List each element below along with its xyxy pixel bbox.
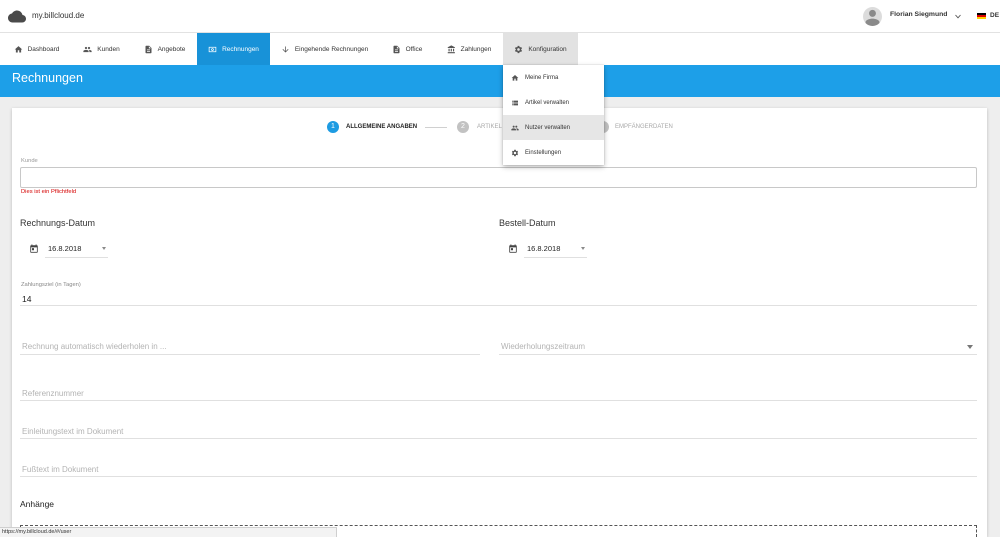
step-2-number[interactable]: 2 — [457, 121, 469, 133]
home-icon — [14, 45, 23, 54]
menu-item-label: Einstellungen — [525, 149, 562, 156]
menu-item-label: Nutzer verwalten — [525, 124, 571, 131]
step-2-label[interactable]: ARTIKEL — [477, 124, 502, 130]
menu-item-label: Meine Firma — [525, 74, 559, 81]
customer-error-text: Dies ist ein Pflichtfeld — [21, 189, 77, 195]
document-icon — [144, 45, 153, 54]
user-name[interactable]: Florian Siegmund — [890, 11, 947, 19]
repeat-period-placeholder: Wiederholungszeitraum — [501, 342, 586, 351]
people-icon — [511, 124, 519, 132]
status-url: https://my.billcloud.de/#/user — [2, 529, 72, 535]
tab-eingehende-rechnungen[interactable]: Eingehende Rechnungen — [270, 33, 379, 65]
tab-label: Kunden — [97, 45, 120, 53]
footer-text-input[interactable] — [20, 462, 977, 477]
dropdown-arrow-icon[interactable] — [581, 247, 585, 250]
tab-label: Angebote — [157, 45, 186, 53]
field-underline — [45, 257, 108, 258]
money-icon — [208, 45, 217, 54]
invoice-date-label: Rechnungs-Datum — [20, 218, 96, 228]
konfiguration-menu: Meine Firma Artikel verwalten Nutzer ver… — [503, 65, 604, 165]
gear-icon — [511, 149, 519, 157]
order-date-label: Bestell-Datum — [499, 218, 556, 228]
step-3-label[interactable]: EMPFÄNGERDATEN — [615, 124, 673, 130]
german-flag-icon[interactable] — [977, 13, 986, 19]
cloud-icon[interactable] — [8, 9, 26, 24]
intro-text-input[interactable] — [20, 424, 977, 439]
payment-term-input[interactable] — [20, 292, 977, 306]
menu-item-label: Artikel verwalten — [525, 99, 570, 106]
top-header: my.billcloud.de Florian Siegmund DE — [0, 0, 1000, 33]
repeat-interval-input[interactable] — [20, 339, 480, 355]
avatar[interactable] — [863, 7, 882, 26]
order-date-field[interactable]: 16.8.2018 — [527, 245, 560, 253]
menu-item-einstellungen[interactable]: Einstellungen — [503, 140, 604, 165]
step-1-label[interactable]: ALLGEMEINE ANGABEN — [346, 124, 417, 130]
customer-label: Kunde — [21, 158, 38, 164]
dropdown-arrow-icon — [967, 345, 973, 349]
tab-office[interactable]: Office — [379, 33, 435, 65]
document-icon — [392, 45, 401, 54]
dropdown-arrow-icon[interactable] — [102, 247, 106, 250]
tab-label: Rechnungen — [222, 45, 259, 53]
step-connector — [425, 127, 447, 128]
tab-label: Zahlungen — [460, 45, 492, 53]
tab-label: Dashboard — [27, 45, 60, 53]
arrow-down-icon — [281, 45, 290, 54]
tab-label: Eingehende Rechnungen — [294, 45, 369, 53]
list-icon — [511, 99, 519, 107]
menu-item-artikel-verwalten[interactable]: Artikel verwalten — [503, 90, 604, 115]
browser-status-bar: https://my.billcloud.de/#/user — [0, 527, 337, 537]
tab-label: Office — [405, 45, 423, 53]
people-icon — [83, 45, 92, 54]
tab-dashboard[interactable]: Dashboard — [2, 33, 71, 65]
menu-item-meine-firma[interactable]: Meine Firma — [503, 65, 604, 90]
tab-konfiguration[interactable]: Konfiguration — [503, 33, 578, 65]
tab-zahlungen[interactable]: Zahlungen — [435, 33, 503, 65]
page-title: Rechnungen — [12, 71, 83, 85]
menu-item-nutzer-verwalten[interactable]: Nutzer verwalten — [503, 115, 604, 140]
calendar-icon[interactable] — [29, 244, 39, 254]
tab-angebote[interactable]: Angebote — [132, 33, 197, 65]
site-name[interactable]: my.billcloud.de — [32, 12, 84, 20]
language-selector[interactable]: DE — [990, 12, 999, 20]
customer-input[interactable] — [20, 167, 977, 188]
step-1-number[interactable]: 1 — [327, 121, 339, 133]
main-nav: Dashboard Kunden Angebote Rechnungen Ein… — [0, 33, 1000, 65]
payment-term-label: Zahlungsziel (in Tagen) — [21, 282, 81, 288]
repeat-period-select[interactable]: Wiederholungszeitraum — [499, 339, 977, 355]
tab-rechnungen[interactable]: Rechnungen — [197, 33, 270, 65]
tab-kunden[interactable]: Kunden — [71, 33, 132, 65]
bank-icon — [447, 44, 456, 54]
field-underline — [524, 257, 587, 258]
home-icon — [511, 74, 519, 82]
chevron-down-icon[interactable] — [955, 14, 961, 19]
reference-number-input[interactable] — [20, 386, 977, 401]
attachments-label: Anhänge — [20, 499, 55, 509]
page-title-bar: Rechnungen — [0, 65, 1000, 97]
invoice-date-field[interactable]: 16.8.2018 — [48, 245, 81, 253]
gear-icon — [514, 45, 523, 54]
tab-label: Konfiguration — [528, 45, 567, 53]
calendar-icon[interactable] — [508, 244, 518, 254]
